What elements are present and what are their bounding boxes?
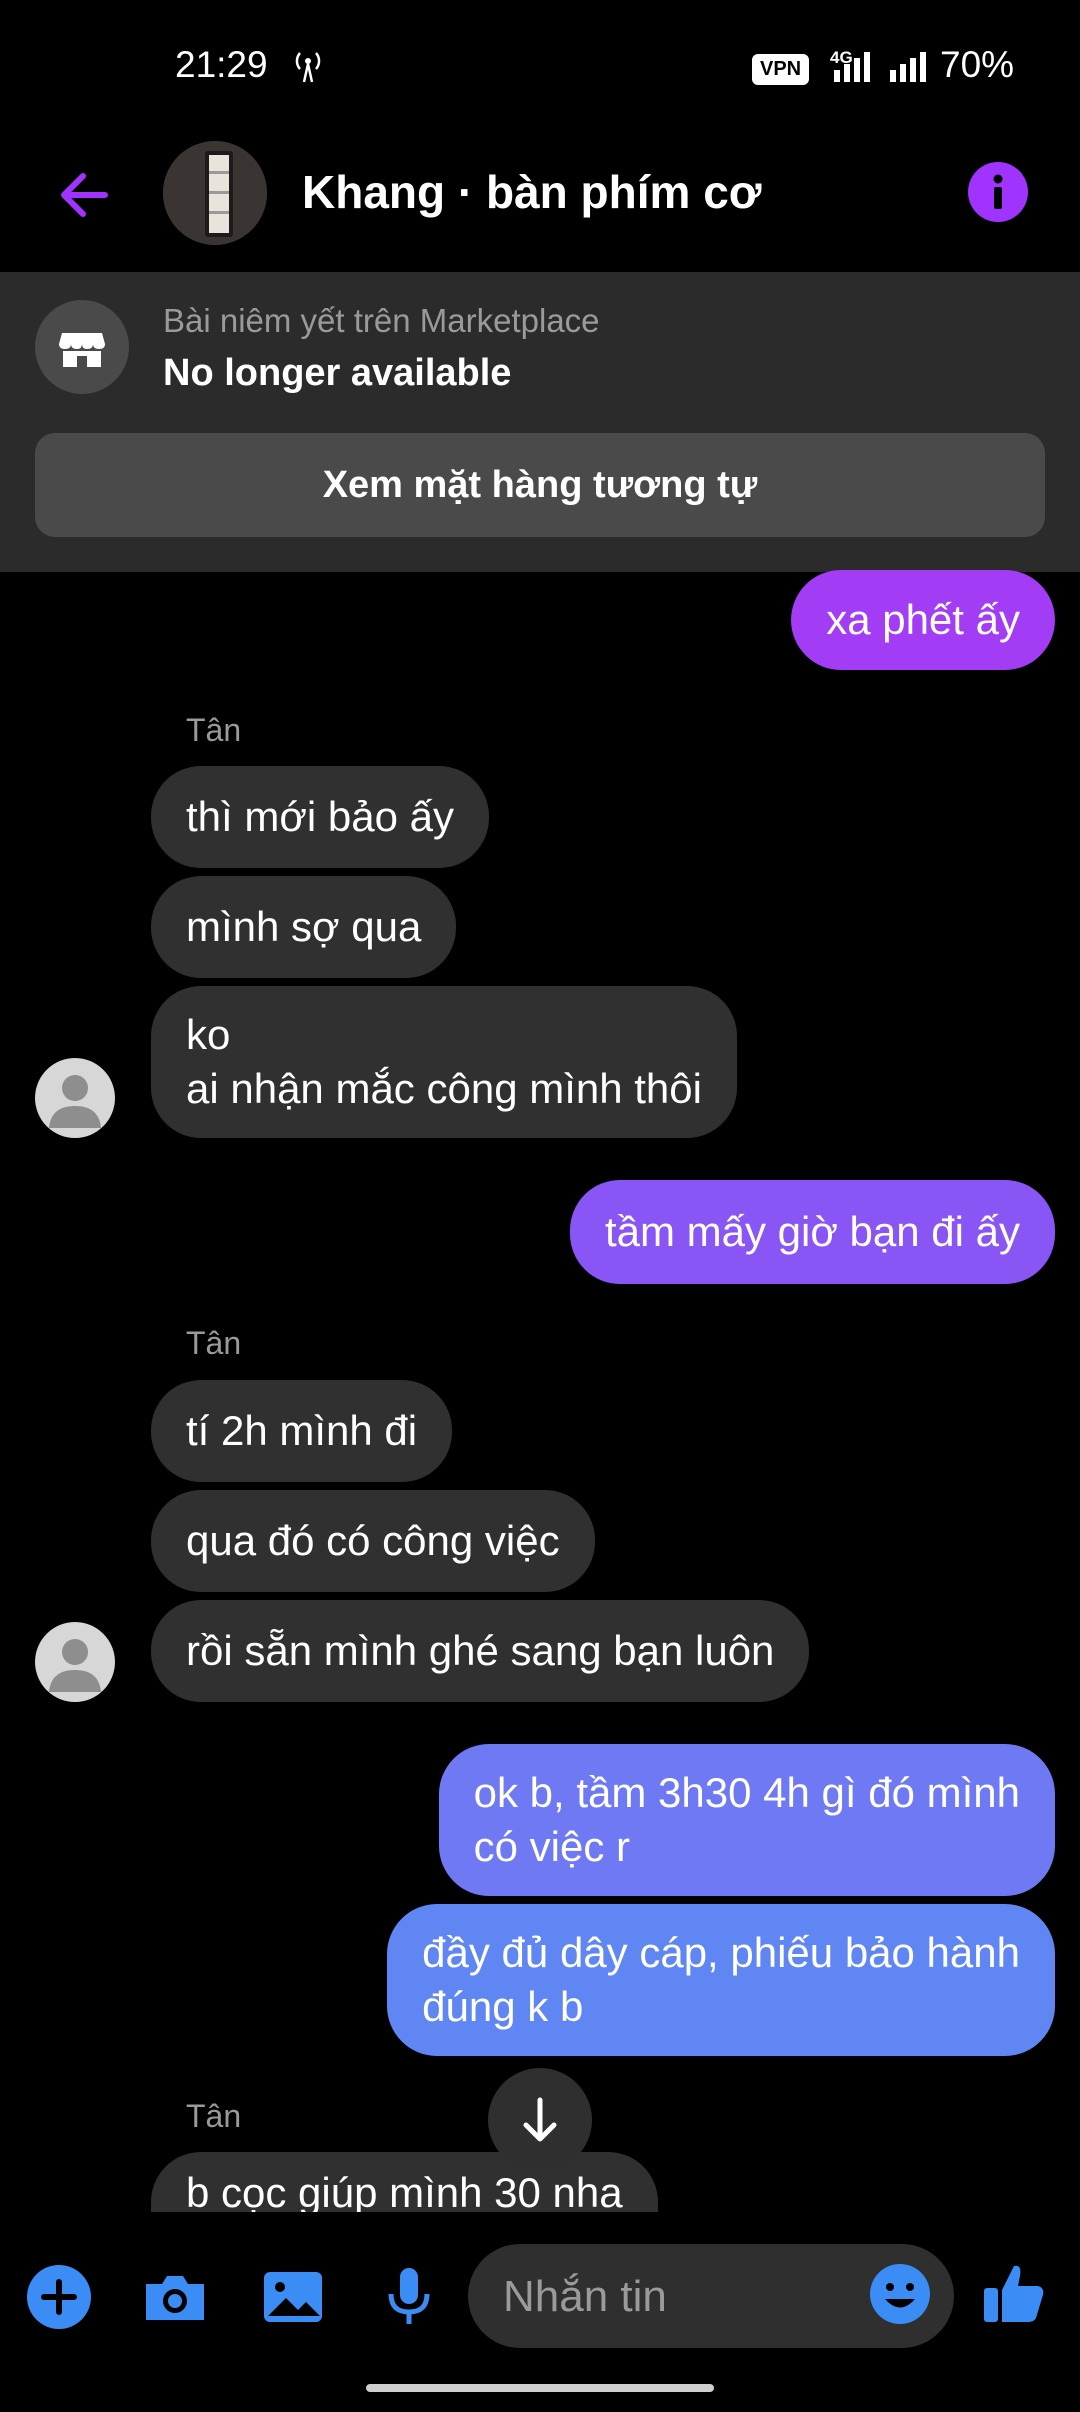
message-bubble-outgoing[interactable]: đầy đủ dây cáp, phiếu bảo hành đúng k b: [387, 1904, 1055, 2056]
message-bubble-incoming[interactable]: ko ai nhận mắc công mình thôi: [151, 986, 737, 1138]
sender-name: Tân: [186, 2098, 242, 2134]
message-bubble-incoming[interactable]: mình sợ qua: [151, 876, 457, 978]
message-text: rồi sẵn mình ghé sang bạn luôn: [186, 1627, 775, 1674]
like-thumb-icon[interactable]: [980, 2258, 1048, 2326]
info-button[interactable]: [968, 162, 1028, 222]
sender-avatar[interactable]: [35, 1058, 115, 1138]
message-text: tầm mấy giờ bạn đi ấy: [604, 1208, 1020, 1255]
vpn-badge: VPN: [752, 54, 810, 85]
info-icon: [993, 174, 1003, 209]
marketplace-label: Bài niêm yết trên Marketplace: [163, 302, 600, 339]
message-text: đầy đủ dây cáp, phiếu bảo hành: [422, 1929, 1020, 1976]
gallery-icon[interactable]: [258, 2262, 328, 2332]
sender-avatar[interactable]: [35, 1622, 115, 1702]
battery-level: 70%: [940, 44, 1015, 85]
message-bubble-outgoing[interactable]: tầm mấy giờ bạn đi ấy: [569, 1180, 1055, 1284]
keyboard-photo: [163, 141, 267, 245]
signal-icon: [834, 52, 870, 82]
message-text: ok b, tầm 3h30 4h gì đó mình: [473, 1769, 1020, 1816]
message-bubble-incoming[interactable]: thì mới bảo ấy: [151, 766, 489, 868]
sender-name: Tân: [186, 1325, 242, 1361]
message-bubble-outgoing[interactable]: xa phết ấy: [791, 570, 1055, 670]
sender-name: Tân: [186, 712, 242, 748]
home-indicator: [366, 2384, 714, 2392]
plus-icon[interactable]: [24, 2262, 94, 2332]
message-bubble-incoming[interactable]: tí 2h mình đi: [151, 1380, 453, 1482]
message-bubble-outgoing[interactable]: ok b, tầm 3h30 4h gì đó mình có việc r: [438, 1744, 1055, 1896]
default-avatar-icon: [49, 1639, 101, 1692]
message-text: ko: [186, 1011, 231, 1058]
scroll-to-bottom-button[interactable]: [488, 2068, 592, 2172]
signal-icon-2: [890, 52, 926, 82]
message-bubble-incoming[interactable]: rồi sẵn mình ghé sang bạn luôn: [151, 1600, 810, 1702]
microphone-icon[interactable]: [374, 2262, 444, 2332]
message-text: đúng k b: [422, 1983, 584, 2030]
message-text: tí 2h mình đi: [186, 1407, 418, 1454]
back-arrow-icon[interactable]: [50, 160, 120, 230]
message-input-placeholder[interactable]: Nhắn tin: [503, 2272, 667, 2322]
message-text: ai nhận mắc công mình thôi: [186, 1065, 702, 1112]
message-text: thì mới bảo ấy: [186, 793, 454, 840]
message-bubble-incoming[interactable]: qua đó có công việc: [151, 1490, 595, 1592]
message-text: qua đó có công việc: [186, 1517, 560, 1564]
camera-icon[interactable]: [140, 2262, 210, 2332]
message-text: có việc r: [473, 1823, 631, 1870]
store-icon-container: [35, 300, 129, 394]
listing-status: No longer available: [163, 352, 512, 394]
emoji-icon[interactable]: [868, 2262, 932, 2326]
message-text: mình sợ qua: [186, 903, 422, 950]
hotspot-icon: [295, 52, 321, 83]
default-avatar-icon: [49, 1075, 101, 1128]
arrow-down-icon: [523, 2097, 557, 2142]
contact-avatar[interactable]: [163, 141, 267, 245]
status-time: 21:29: [175, 44, 268, 85]
view-similar-items-button[interactable]: Xem mặt hàng tương tự: [35, 433, 1045, 537]
chat-title[interactable]: Khang · bàn phím cơ: [302, 165, 761, 219]
message-text: xa phết ấy: [826, 596, 1020, 643]
store-icon: [59, 333, 105, 367]
